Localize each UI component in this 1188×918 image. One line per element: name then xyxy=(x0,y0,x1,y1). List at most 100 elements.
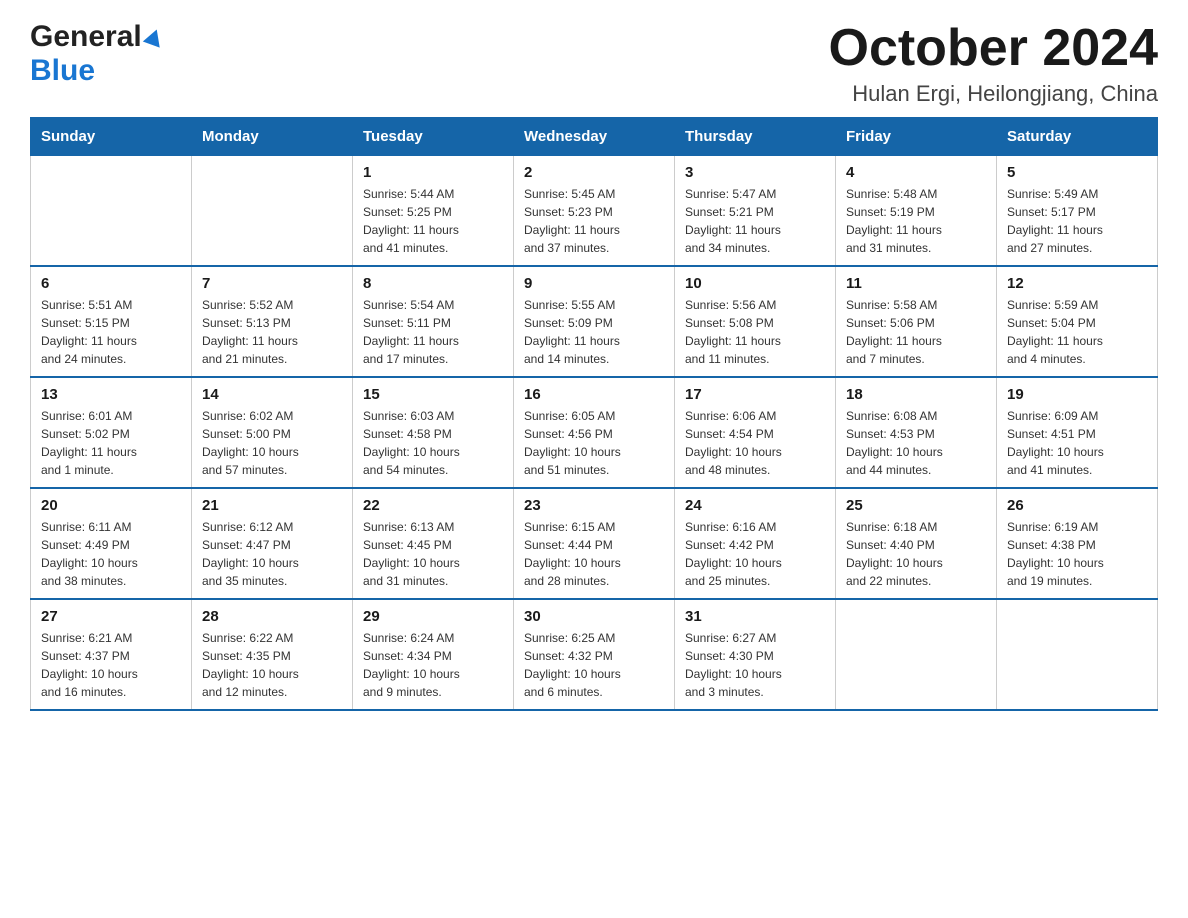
calendar-cell: 11 Sunrise: 5:58 AMSunset: 5:06 PMDayligh… xyxy=(836,266,997,377)
column-header-thursday: Thursday xyxy=(675,118,836,156)
calendar-week-4: 20 Sunrise: 6:11 AMSunset: 4:49 PMDayligh… xyxy=(31,488,1158,599)
calendar-cell: 19 Sunrise: 6:09 AMSunset: 4:51 PMDayligh… xyxy=(997,377,1158,488)
calendar-week-5: 27Sunrise: 6:21 AMSunset: 4:37 PMDayligh… xyxy=(31,599,1158,710)
day-number: 20 xyxy=(41,497,181,514)
calendar-cell: 6 Sunrise: 5:51 AMSunset: 5:15 PMDaylight… xyxy=(31,266,192,377)
calendar-header: SundayMondayTuesdayWednesdayThursdayFrid… xyxy=(31,118,1158,156)
calendar-cell: 29 Sunrise: 6:24 AMSunset: 4:34 PMDayligh… xyxy=(353,599,514,710)
day-number: 18 xyxy=(846,386,986,403)
day-info: Sunrise: 5:59 AMSunset: 5:04 PMDaylight:… xyxy=(1007,296,1147,368)
calendar-cell: 7 Sunrise: 5:52 AMSunset: 5:13 PMDaylight… xyxy=(192,266,353,377)
day-info: Sunrise: 6:12 AMSunset: 4:47 PMDaylight:… xyxy=(202,518,342,590)
day-info: Sunrise: 5:58 AMSunset: 5:06 PMDaylight:… xyxy=(846,296,986,368)
calendar-cell: 31Sunrise: 6:27 AMSunset: 4:30 PMDayligh… xyxy=(675,599,836,710)
day-info: Sunrise: 5:44 AMSunset: 5:25 PMDaylight:… xyxy=(363,185,503,257)
day-info: Sunrise: 6:16 AMSunset: 4:42 PMDaylight:… xyxy=(685,518,825,590)
day-info: Sunrise: 5:52 AMSunset: 5:13 PMDaylight:… xyxy=(202,296,342,368)
day-number: 12 xyxy=(1007,275,1147,292)
day-number: 26 xyxy=(1007,497,1147,514)
calendar-cell: 12 Sunrise: 5:59 AMSunset: 5:04 PMDayligh… xyxy=(997,266,1158,377)
calendar-cell: 21 Sunrise: 6:12 AMSunset: 4:47 PMDayligh… xyxy=(192,488,353,599)
day-number: 22 xyxy=(363,497,503,514)
calendar-cell: 5Sunrise: 5:49 AMSunset: 5:17 PMDaylight… xyxy=(997,156,1158,267)
day-info: Sunrise: 6:15 AMSunset: 4:44 PMDaylight:… xyxy=(524,518,664,590)
day-number: 11 xyxy=(846,275,986,292)
calendar-week-3: 13 Sunrise: 6:01 AMSunset: 5:02 PMDayligh… xyxy=(31,377,1158,488)
calendar-cell: 3Sunrise: 5:47 AMSunset: 5:21 PMDaylight… xyxy=(675,156,836,267)
calendar-cell: 23 Sunrise: 6:15 AMSunset: 4:44 PMDayligh… xyxy=(514,488,675,599)
day-number: 5 xyxy=(1007,164,1147,181)
calendar-cell: 13 Sunrise: 6:01 AMSunset: 5:02 PMDayligh… xyxy=(31,377,192,488)
calendar-cell: 24 Sunrise: 6:16 AMSunset: 4:42 PMDayligh… xyxy=(675,488,836,599)
day-info: Sunrise: 6:25 AMSunset: 4:32 PMDaylight:… xyxy=(524,629,664,701)
column-header-friday: Friday xyxy=(836,118,997,156)
day-number: 19 xyxy=(1007,386,1147,403)
day-number: 10 xyxy=(685,275,825,292)
day-number: 17 xyxy=(685,386,825,403)
day-info: Sunrise: 5:51 AMSunset: 5:15 PMDaylight:… xyxy=(41,296,181,368)
day-info: Sunrise: 6:09 AMSunset: 4:51 PMDaylight:… xyxy=(1007,407,1147,479)
calendar-cell: 26 Sunrise: 6:19 AMSunset: 4:38 PMDayligh… xyxy=(997,488,1158,599)
day-info: Sunrise: 6:13 AMSunset: 4:45 PMDaylight:… xyxy=(363,518,503,590)
calendar-cell: 27Sunrise: 6:21 AMSunset: 4:37 PMDayligh… xyxy=(31,599,192,710)
calendar-cell: 15 Sunrise: 6:03 AMSunset: 4:58 PMDayligh… xyxy=(353,377,514,488)
day-number: 24 xyxy=(685,497,825,514)
month-title: October 2024 xyxy=(829,20,1159,77)
day-number: 1 xyxy=(363,164,503,181)
day-info: Sunrise: 6:05 AMSunset: 4:56 PMDaylight:… xyxy=(524,407,664,479)
day-number: 29 xyxy=(363,608,503,625)
calendar-cell: 28Sunrise: 6:22 AMSunset: 4:35 PMDayligh… xyxy=(192,599,353,710)
column-header-saturday: Saturday xyxy=(997,118,1158,156)
calendar-cell: 8Sunrise: 5:54 AMSunset: 5:11 PMDaylight… xyxy=(353,266,514,377)
calendar-cell: 20 Sunrise: 6:11 AMSunset: 4:49 PMDayligh… xyxy=(31,488,192,599)
column-header-tuesday: Tuesday xyxy=(353,118,514,156)
calendar-cell: 30 Sunrise: 6:25 AMSunset: 4:32 PMDayligh… xyxy=(514,599,675,710)
calendar-cell: 22 Sunrise: 6:13 AMSunset: 4:45 PMDayligh… xyxy=(353,488,514,599)
logo: General Blue xyxy=(30,20,163,88)
location-text: Hulan Ergi, Heilongjiang, China xyxy=(829,81,1159,107)
calendar-cell: 2 Sunrise: 5:45 AMSunset: 5:23 PMDaylight… xyxy=(514,156,675,267)
day-info: Sunrise: 6:03 AMSunset: 4:58 PMDaylight:… xyxy=(363,407,503,479)
day-number: 2 xyxy=(524,164,664,181)
column-header-wednesday: Wednesday xyxy=(514,118,675,156)
calendar-cell: 18Sunrise: 6:08 AMSunset: 4:53 PMDayligh… xyxy=(836,377,997,488)
day-info: Sunrise: 5:45 AMSunset: 5:23 PMDaylight:… xyxy=(524,185,664,257)
day-info: Sunrise: 6:01 AMSunset: 5:02 PMDaylight:… xyxy=(41,407,181,479)
day-number: 13 xyxy=(41,386,181,403)
calendar-body: 1 Sunrise: 5:44 AMSunset: 5:25 PMDaylight… xyxy=(31,156,1158,711)
calendar-cell: 10 Sunrise: 5:56 AMSunset: 5:08 PMDayligh… xyxy=(675,266,836,377)
calendar-cell: 17Sunrise: 6:06 AMSunset: 4:54 PMDayligh… xyxy=(675,377,836,488)
logo-general-text: General xyxy=(30,20,142,54)
day-number: 21 xyxy=(202,497,342,514)
day-info: Sunrise: 5:56 AMSunset: 5:08 PMDaylight:… xyxy=(685,296,825,368)
day-info: Sunrise: 6:18 AMSunset: 4:40 PMDaylight:… xyxy=(846,518,986,590)
day-info: Sunrise: 6:24 AMSunset: 4:34 PMDaylight:… xyxy=(363,629,503,701)
day-info: Sunrise: 6:19 AMSunset: 4:38 PMDaylight:… xyxy=(1007,518,1147,590)
day-number: 28 xyxy=(202,608,342,625)
calendar-week-2: 6 Sunrise: 5:51 AMSunset: 5:15 PMDaylight… xyxy=(31,266,1158,377)
title-area: October 2024 Hulan Ergi, Heilongjiang, C… xyxy=(829,20,1159,107)
logo-blue-text: Blue xyxy=(30,54,95,88)
day-number: 4 xyxy=(846,164,986,181)
day-number: 15 xyxy=(363,386,503,403)
day-number: 23 xyxy=(524,497,664,514)
day-number: 25 xyxy=(846,497,986,514)
logo-triangle-icon xyxy=(143,26,165,47)
day-info: Sunrise: 5:54 AMSunset: 5:11 PMDaylight:… xyxy=(363,296,503,368)
day-number: 30 xyxy=(524,608,664,625)
calendar-cell: 1 Sunrise: 5:44 AMSunset: 5:25 PMDaylight… xyxy=(353,156,514,267)
day-info: Sunrise: 6:11 AMSunset: 4:49 PMDaylight:… xyxy=(41,518,181,590)
day-number: 3 xyxy=(685,164,825,181)
day-number: 6 xyxy=(41,275,181,292)
calendar-table: SundayMondayTuesdayWednesdayThursdayFrid… xyxy=(30,117,1158,711)
day-info: Sunrise: 5:55 AMSunset: 5:09 PMDaylight:… xyxy=(524,296,664,368)
day-number: 9 xyxy=(524,275,664,292)
day-number: 7 xyxy=(202,275,342,292)
header-row: SundayMondayTuesdayWednesdayThursdayFrid… xyxy=(31,118,1158,156)
day-number: 14 xyxy=(202,386,342,403)
column-header-sunday: Sunday xyxy=(31,118,192,156)
day-number: 31 xyxy=(685,608,825,625)
day-info: Sunrise: 5:48 AMSunset: 5:19 PMDaylight:… xyxy=(846,185,986,257)
calendar-cell: 25 Sunrise: 6:18 AMSunset: 4:40 PMDayligh… xyxy=(836,488,997,599)
day-info: Sunrise: 6:21 AMSunset: 4:37 PMDaylight:… xyxy=(41,629,181,701)
